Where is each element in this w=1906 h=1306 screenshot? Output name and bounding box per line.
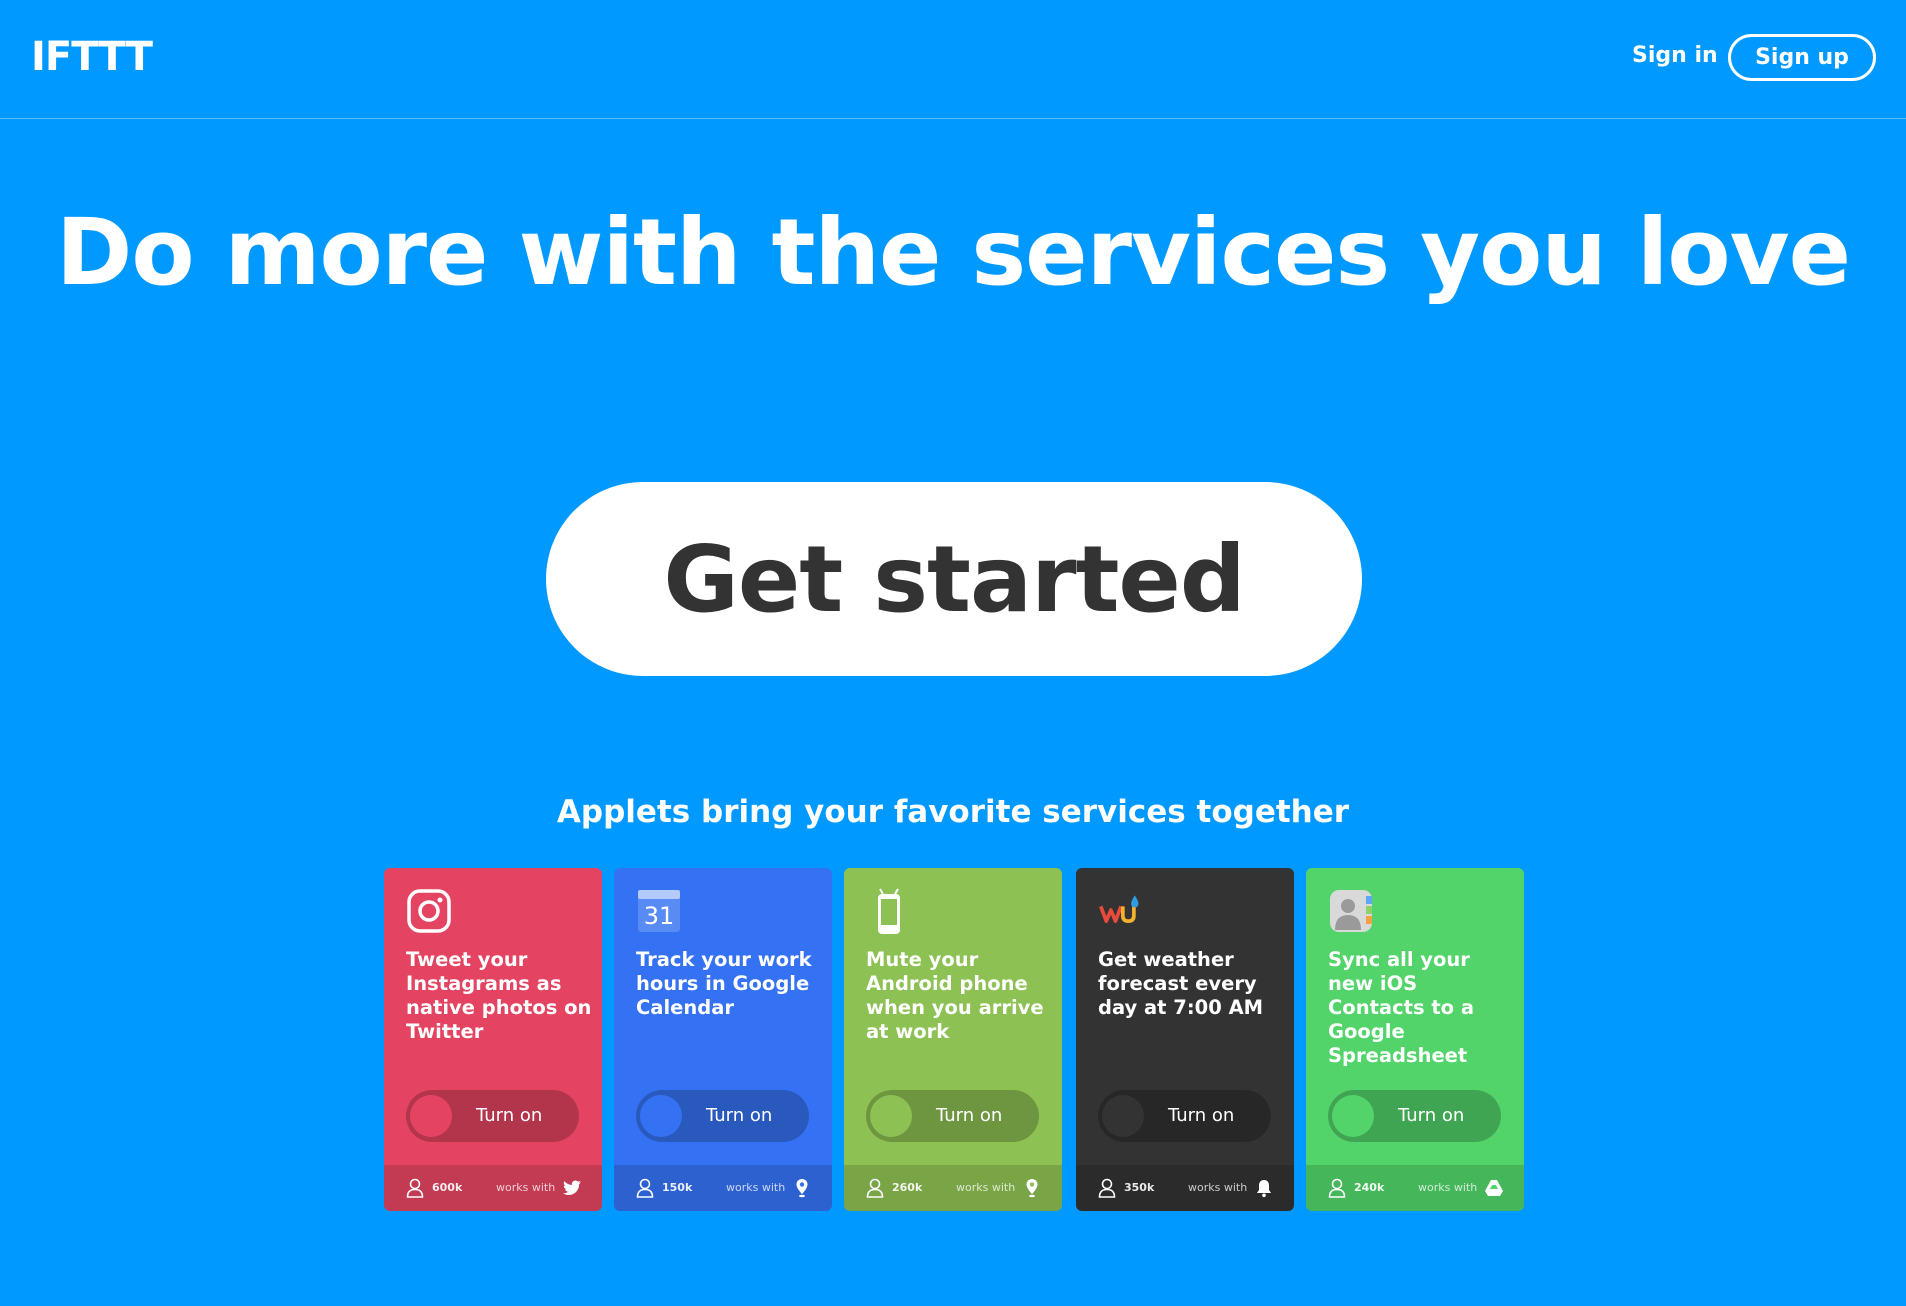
toggle-knob	[410, 1095, 452, 1137]
works-with-label: works with	[496, 1181, 556, 1194]
calendar-day-number: 31	[643, 902, 675, 930]
turn-on-toggle[interactable]: Turn on	[636, 1090, 809, 1142]
toggle-label: Turn on	[1168, 1105, 1235, 1126]
turn-on-toggle[interactable]: Turn on	[866, 1090, 1039, 1142]
get-started-button[interactable]: Get started	[546, 482, 1362, 676]
user-icon	[636, 1178, 654, 1198]
ifttt-logo[interactable]: IFTTT	[31, 36, 153, 78]
instagram-icon	[407, 889, 451, 933]
user-icon	[866, 1178, 884, 1198]
applet-description: Tweet your Instagrams as native photos o…	[406, 948, 592, 1043]
user-count: 350k	[1124, 1181, 1155, 1194]
works-with-label: works with	[956, 1181, 1016, 1194]
applet-description: Sync all your new iOS Contacts to a Goog…	[1328, 948, 1475, 1067]
card-footer: 260k works with	[844, 1165, 1062, 1211]
applet-description: Track your work hours in Google Calendar	[636, 948, 812, 1019]
card-footer: 350k works with	[1076, 1165, 1294, 1211]
card-footer: 150k works with	[614, 1165, 832, 1211]
toggle-knob	[1102, 1095, 1144, 1137]
google-drive-icon	[1485, 1180, 1503, 1196]
user-count: 260k	[892, 1181, 923, 1194]
applets-subtitle: Applets bring your favorite services tog…	[556, 794, 1350, 830]
user-icon	[406, 1178, 424, 1198]
hero-title: Do more with the services you love	[56, 199, 1851, 306]
card-footer: 600k works with	[384, 1165, 602, 1211]
turn-on-toggle[interactable]: Turn on	[406, 1090, 579, 1142]
works-with-label: works with	[1418, 1181, 1478, 1194]
user-count: 600k	[432, 1181, 463, 1194]
applet-card-weather[interactable]: Get weather forecast every day at 7:00 A…	[1076, 868, 1294, 1211]
user-count: 240k	[1354, 1181, 1385, 1194]
toggle-label: Turn on	[936, 1105, 1003, 1126]
location-pin-icon	[1026, 1179, 1038, 1198]
card-footer: 240k works with	[1306, 1165, 1524, 1211]
location-pin-icon	[796, 1179, 808, 1198]
applet-card-android[interactable]: Mute your Android phone when you arrive …	[844, 868, 1062, 1211]
applet-description: Mute your Android phone when you arrive …	[866, 948, 1044, 1043]
sign-in-link[interactable]: Sign in	[1632, 42, 1718, 70]
user-count: 150k	[662, 1181, 693, 1194]
applet-card-ios-contacts[interactable]: Sync all your new iOS Contacts to a Goog…	[1306, 868, 1524, 1211]
android-phone-icon	[878, 888, 900, 934]
toggle-knob	[1332, 1095, 1374, 1137]
applet-card-google-calendar[interactable]: 31 Track your work hours in Google Calen…	[614, 868, 832, 1211]
turn-on-toggle[interactable]: Turn on	[1098, 1090, 1271, 1142]
ios-contacts-icon	[1330, 890, 1372, 932]
toggle-label: Turn on	[1398, 1105, 1465, 1126]
toggle-label: Turn on	[476, 1105, 543, 1126]
works-with-label: works with	[1188, 1181, 1248, 1194]
user-icon	[1098, 1178, 1116, 1198]
user-icon	[1328, 1178, 1346, 1198]
toggle-label: Turn on	[706, 1105, 773, 1126]
weather-underground-icon	[1099, 895, 1139, 923]
twitter-icon	[563, 1180, 581, 1195]
applet-card-instagram[interactable]: Tweet your Instagrams as native photos o…	[384, 868, 602, 1211]
site-header: IFTTT Sign in Sign up	[0, 0, 1906, 119]
notification-bell-icon	[1257, 1180, 1271, 1198]
sign-up-button[interactable]: Sign up	[1728, 34, 1876, 81]
works-with-label: works with	[726, 1181, 786, 1194]
turn-on-toggle[interactable]: Turn on	[1328, 1090, 1501, 1142]
toggle-knob	[870, 1095, 912, 1137]
applet-description: Get weather forecast every day at 7:00 A…	[1098, 948, 1264, 1019]
toggle-knob	[640, 1095, 682, 1137]
